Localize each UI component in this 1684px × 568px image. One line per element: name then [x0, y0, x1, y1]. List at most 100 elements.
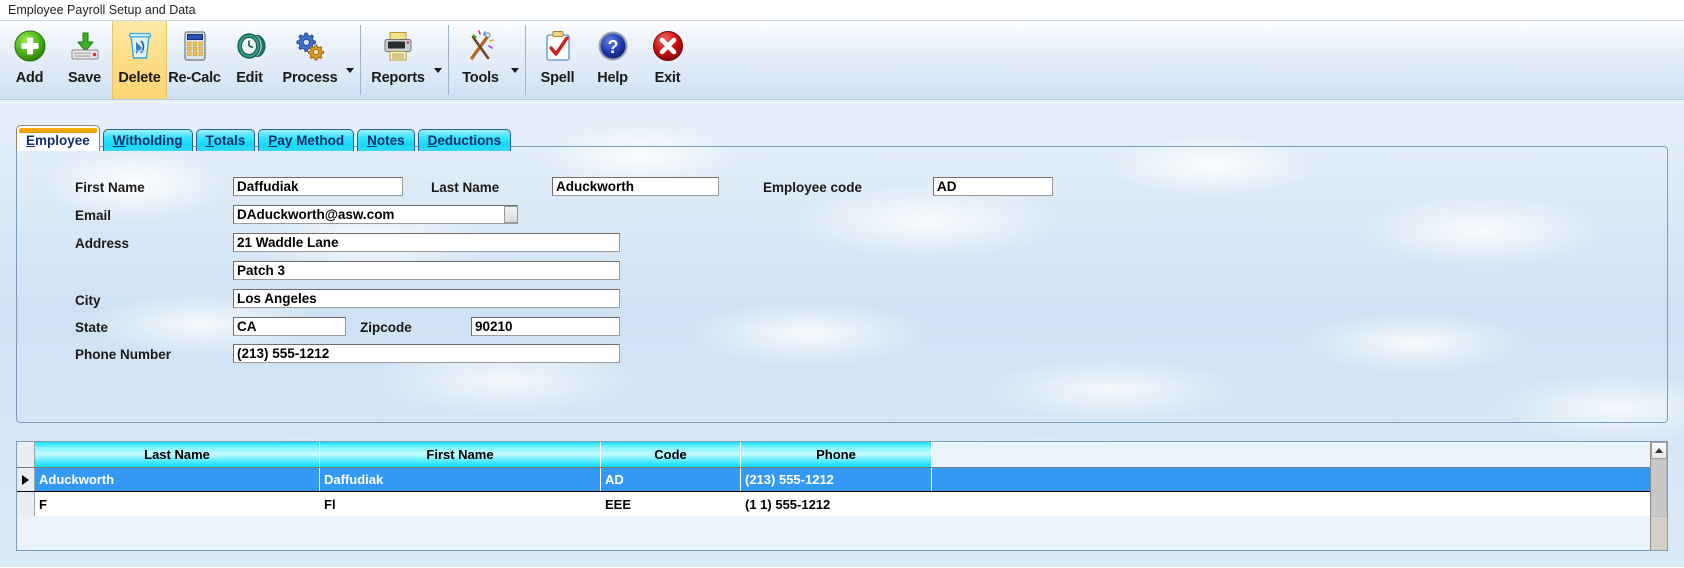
toolbar-button-tools[interactable]: Tools [453, 21, 508, 99]
toolbar-separator [525, 25, 526, 95]
chevron-up-icon [1655, 448, 1663, 453]
tab-employee[interactable]: Employee [16, 125, 100, 151]
toolbar-button-process[interactable]: Process [277, 21, 343, 99]
address-line2-input[interactable]: Patch 3 [233, 261, 620, 280]
cell-phone: (213) 555-1212 [741, 468, 932, 491]
toolbar-button-exit-label: Exit [654, 70, 681, 86]
grid-column-phone[interactable]: Phone [741, 442, 932, 467]
tab-pay-method[interactable]: Pay Method [258, 129, 355, 151]
toolbar-button-add[interactable]: Add [2, 21, 57, 99]
tab-totals[interactable]: Totals [195, 129, 256, 151]
grid-column-first-name[interactable]: First Name [320, 442, 601, 467]
chevron-down-icon [345, 68, 354, 73]
clock-icon [232, 28, 268, 64]
close-x-icon [650, 28, 686, 64]
grid-row-selector[interactable] [17, 492, 35, 516]
tab-deductions-label: eductions [437, 133, 502, 148]
email-input[interactable]: DAduckworth@asw.com [233, 205, 518, 224]
svg-text:?: ? [607, 37, 618, 57]
cell-first-name: Fl [320, 492, 601, 516]
tools-icon [463, 28, 499, 64]
chevron-down-icon [510, 68, 519, 73]
cell-code: AD [601, 468, 741, 491]
city-input[interactable]: Los Angeles [233, 289, 620, 308]
cell-last-name: Aduckworth [35, 468, 320, 491]
toolbar-button-recalc[interactable]: Re-Calc [167, 21, 222, 99]
tab-deductions[interactable]: Deductions [417, 129, 512, 151]
toolbar-button-delete-label: Delete [118, 70, 161, 86]
tab-pay-method-accel: P [268, 133, 278, 148]
tab-employee-accel: E [26, 133, 36, 148]
tab-notes-label: otes [376, 133, 405, 148]
gears-icon [292, 28, 328, 64]
toolbar-button-reports[interactable]: Reports [365, 21, 431, 99]
tab-witholding-accel: W [112, 133, 126, 148]
content-area: Employee Witholding Totals Pay Method No… [0, 100, 1684, 567]
email-lookup-button[interactable] [504, 206, 518, 223]
tab-employee-label: mployee [35, 133, 90, 148]
tab-totals-label: otals [213, 133, 246, 148]
toolbar-button-delete[interactable]: Delete [112, 21, 167, 99]
toolbar-separator [360, 25, 361, 95]
cell-filler [932, 492, 1650, 516]
address-line1-input[interactable]: 21 Waddle Lane [233, 233, 620, 252]
grid-vertical-scrollbar[interactable] [1650, 442, 1667, 550]
toolbar-separator [448, 25, 449, 95]
cell-first-name: Daffudiak [320, 468, 601, 491]
employee-code-label: Employee code [763, 180, 863, 195]
zipcode-input[interactable]: 90210 [471, 317, 620, 336]
email-label: Email [75, 208, 112, 223]
employee-code-input[interactable]: AD [933, 177, 1053, 196]
tab-strip: Employee Witholding Totals Pay Method No… [16, 125, 514, 151]
tab-totals-accel: T [205, 133, 214, 148]
current-row-arrow-icon [22, 474, 29, 485]
printer-icon [380, 28, 416, 64]
calculator-icon [177, 28, 213, 64]
scroll-up-button[interactable] [1651, 442, 1667, 459]
cell-filler [932, 468, 1650, 491]
toolbar-button-recalc-label: Re-Calc [168, 70, 221, 86]
grid-column-code[interactable]: Code [601, 442, 741, 467]
address-label: Address [75, 236, 130, 251]
scrollbar-thumb[interactable] [1651, 459, 1667, 517]
help-question-icon: ? [595, 28, 631, 64]
state-input[interactable]: CA [233, 317, 346, 336]
toolbar-dropdown-reports[interactable] [431, 21, 444, 99]
toolbar-button-spell[interactable]: Spell [530, 21, 585, 99]
cell-phone: (1 1) 555-1212 [741, 492, 932, 516]
grid-column-filler [932, 442, 1650, 467]
trash-can-icon [122, 28, 158, 64]
cell-last-name: F [35, 492, 320, 516]
tab-witholding[interactable]: Witholding [102, 129, 193, 151]
first-name-label: First Name [75, 180, 145, 195]
tab-notes[interactable]: Notes [357, 129, 415, 151]
toolbar-button-exit[interactable]: Exit [640, 21, 695, 99]
chevron-down-icon [433, 68, 442, 73]
toolbar-button-edit[interactable]: Edit [222, 21, 277, 99]
toolbar-button-help[interactable]: ? Help [585, 21, 640, 99]
toolbar-dropdown-tools[interactable] [508, 21, 521, 99]
city-label: City [75, 293, 101, 308]
toolbar-button-edit-label: Edit [236, 70, 263, 86]
table-row[interactable]: Aduckworth Daffudiak AD (213) 555-1212 [17, 468, 1650, 492]
phone-input[interactable]: (213) 555-1212 [233, 344, 620, 363]
toolbar-dropdown-process[interactable] [343, 21, 356, 99]
toolbar-button-save[interactable]: Save [57, 21, 112, 99]
table-row[interactable]: F Fl EEE (1 1) 555-1212 [17, 492, 1650, 516]
toolbar-button-spell-label: Spell [540, 70, 575, 86]
cell-code: EEE [601, 492, 741, 516]
employee-list-grid: Last Name First Name Code Phone Aduckwor… [16, 441, 1668, 551]
grid-row-selector[interactable] [17, 468, 35, 491]
add-circle-icon [12, 28, 48, 64]
toolbar-button-help-label: Help [597, 70, 628, 86]
tab-pay-method-label: ay Method [277, 133, 345, 148]
grid-gutter-header [17, 442, 35, 467]
toolbar-button-reports-label: Reports [371, 70, 425, 86]
main-toolbar: Add Save Delete Re-Calc Edit Process Rep… [0, 20, 1684, 100]
clipboard-check-icon [540, 28, 576, 64]
tab-notes-accel: N [367, 133, 377, 148]
first-name-input[interactable]: Daffudiak [233, 177, 403, 196]
toolbar-button-process-label: Process [282, 70, 338, 86]
last-name-input[interactable]: Aduckworth [552, 177, 719, 196]
grid-column-last-name[interactable]: Last Name [35, 442, 320, 467]
